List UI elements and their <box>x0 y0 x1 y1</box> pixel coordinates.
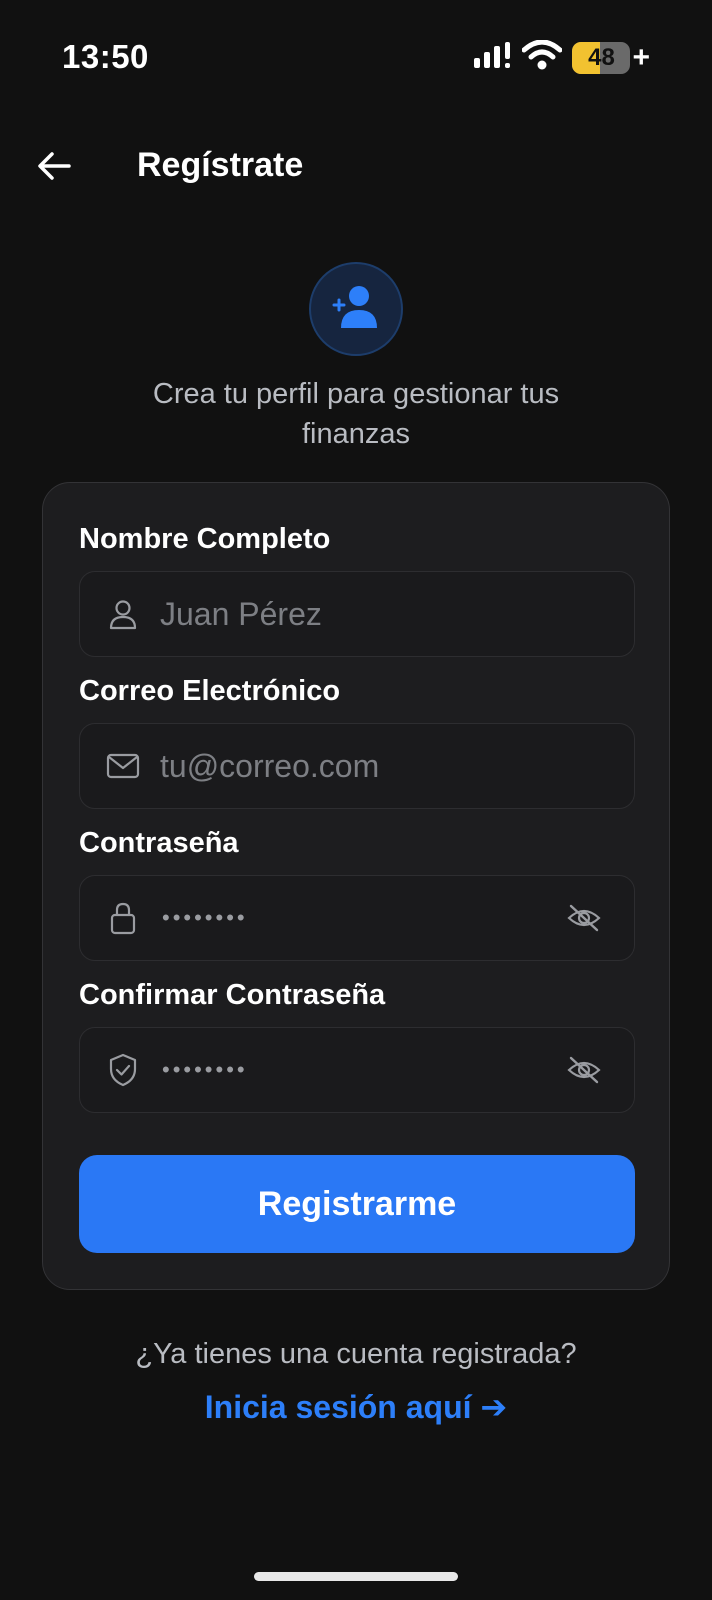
subtitle: Crea tu perfil para gestionar tus finanz… <box>152 378 560 450</box>
home-indicator[interactable] <box>254 1572 458 1581</box>
full-name-label: Nombre Completo <box>79 523 331 555</box>
password-field[interactable]: •••••••• <box>79 875 635 961</box>
login-question: ¿Ya tienes una cuenta registrada? <box>135 1338 577 1370</box>
lock-icon <box>106 901 140 935</box>
email-label: Correo Electrónico <box>79 675 341 707</box>
page-title: Regístrate <box>137 146 304 184</box>
eye-off-icon[interactable] <box>564 1050 604 1090</box>
email-field-container <box>79 723 635 809</box>
full-name-field-container <box>79 571 635 657</box>
register-button[interactable]: Registrarme <box>79 1155 635 1253</box>
charging-indicator: + <box>632 40 650 74</box>
cellular-signal-icon <box>472 41 512 74</box>
arrow-left-icon <box>36 150 72 187</box>
battery-icon: 48 + <box>572 41 650 75</box>
status-time: 13:50 <box>62 38 149 75</box>
user-icon <box>106 597 140 631</box>
login-link[interactable]: Inicia sesión aquí ➔ <box>0 1388 712 1426</box>
mail-icon <box>106 749 140 783</box>
confirm-password-label: Confirmar Contraseña <box>79 979 386 1011</box>
register-card: Nombre Completo Correo Electrónico Contr… <box>42 482 670 1290</box>
eye-off-icon[interactable] <box>564 898 604 938</box>
status-icons: 48 + <box>472 39 650 75</box>
battery-level: 48 <box>588 43 615 71</box>
header: Regístrate <box>0 140 712 200</box>
battery-body: 48 <box>572 41 631 74</box>
back-button[interactable] <box>34 148 74 188</box>
password-label: Contraseña <box>79 827 239 859</box>
shield-check-icon <box>106 1053 140 1087</box>
status-bar: 13:50 48 + <box>0 0 712 115</box>
confirm-password-field[interactable]: •••••••• <box>79 1027 635 1113</box>
hero-avatar <box>309 262 403 356</box>
password-input[interactable]: •••••••• <box>162 905 564 931</box>
email-input[interactable] <box>160 747 634 785</box>
wifi-icon <box>521 39 563 75</box>
full-name-input[interactable] <box>160 595 634 633</box>
add-user-icon <box>331 284 381 335</box>
confirm-password-input[interactable]: •••••••• <box>162 1057 564 1083</box>
